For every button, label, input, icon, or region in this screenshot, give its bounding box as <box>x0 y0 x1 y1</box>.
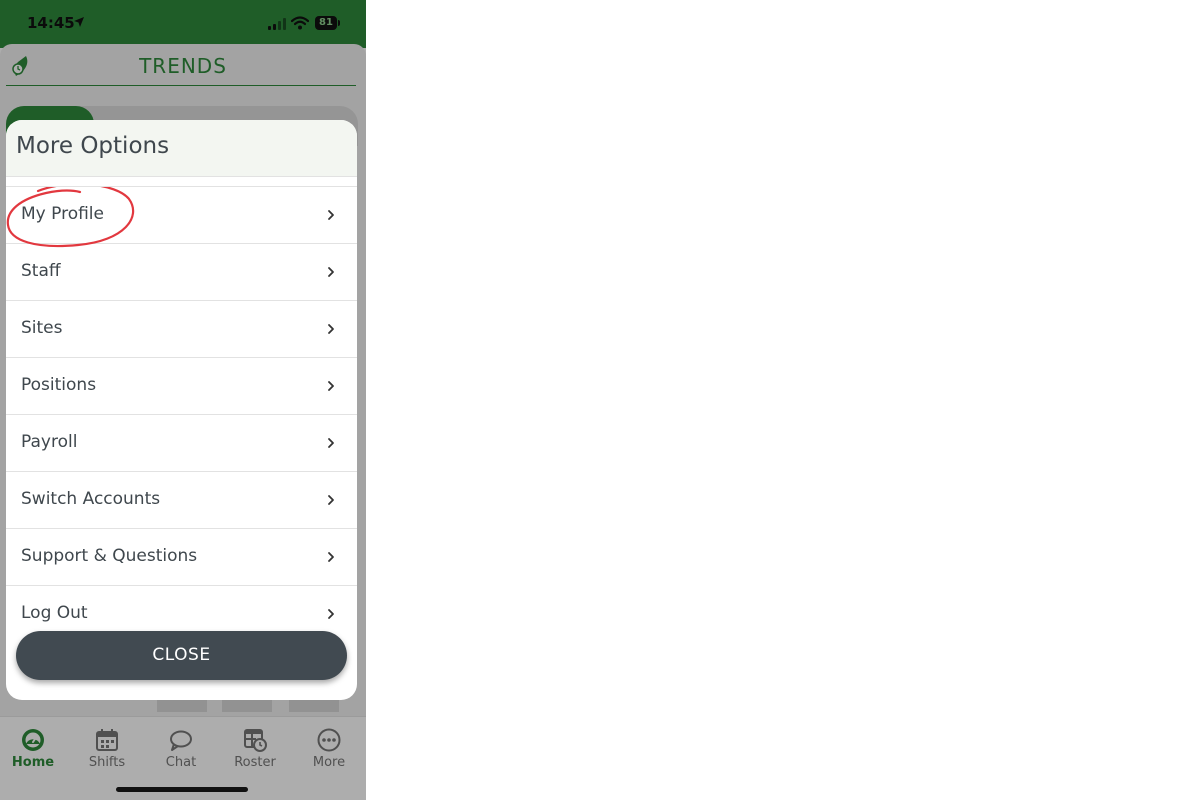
home-indicator[interactable] <box>116 787 248 792</box>
chevron-right-icon <box>328 210 334 220</box>
chevron-right-icon <box>328 381 334 391</box>
menu-item-switch-accounts[interactable]: Switch Accounts <box>6 472 357 529</box>
menu-item-positions[interactable]: Positions <box>6 358 357 415</box>
menu-item-label: Switch Accounts <box>21 489 161 509</box>
more-options-modal: More Options My Profile Staff Sites Posi… <box>6 120 357 700</box>
chevron-right-icon <box>328 495 334 505</box>
menu-item-staff[interactable]: Staff <box>6 244 357 301</box>
chevron-right-icon <box>328 324 334 334</box>
menu-item-sites[interactable]: Sites <box>6 301 357 358</box>
close-button[interactable]: CLOSE <box>16 631 347 680</box>
options-list[interactable]: My Profile Staff Sites Positions Payroll <box>6 186 357 627</box>
menu-item-support[interactable]: Support & Questions <box>6 529 357 586</box>
menu-item-label: My Profile <box>21 204 104 224</box>
menu-item-payroll[interactable]: Payroll <box>6 415 357 472</box>
modal-header: More Options <box>6 120 357 177</box>
chevron-right-icon <box>328 267 334 277</box>
chevron-right-icon <box>328 438 334 448</box>
phone-screen: 14:45 81 TRENDS Home Shifts Chat Roster … <box>0 0 366 800</box>
menu-item-label: Support & Questions <box>21 546 198 566</box>
menu-item-my-profile[interactable]: My Profile <box>6 187 357 248</box>
chevron-right-icon <box>328 609 334 619</box>
menu-item-log-out[interactable]: Log Out <box>6 586 357 627</box>
modal-title: More Options <box>16 133 170 159</box>
menu-item-label: Log Out <box>21 603 88 623</box>
menu-item-label: Staff <box>21 261 61 281</box>
menu-item-label: Sites <box>21 318 63 338</box>
menu-item-label: Payroll <box>21 432 78 452</box>
menu-item-label: Positions <box>21 375 97 395</box>
chevron-right-icon <box>328 552 334 562</box>
